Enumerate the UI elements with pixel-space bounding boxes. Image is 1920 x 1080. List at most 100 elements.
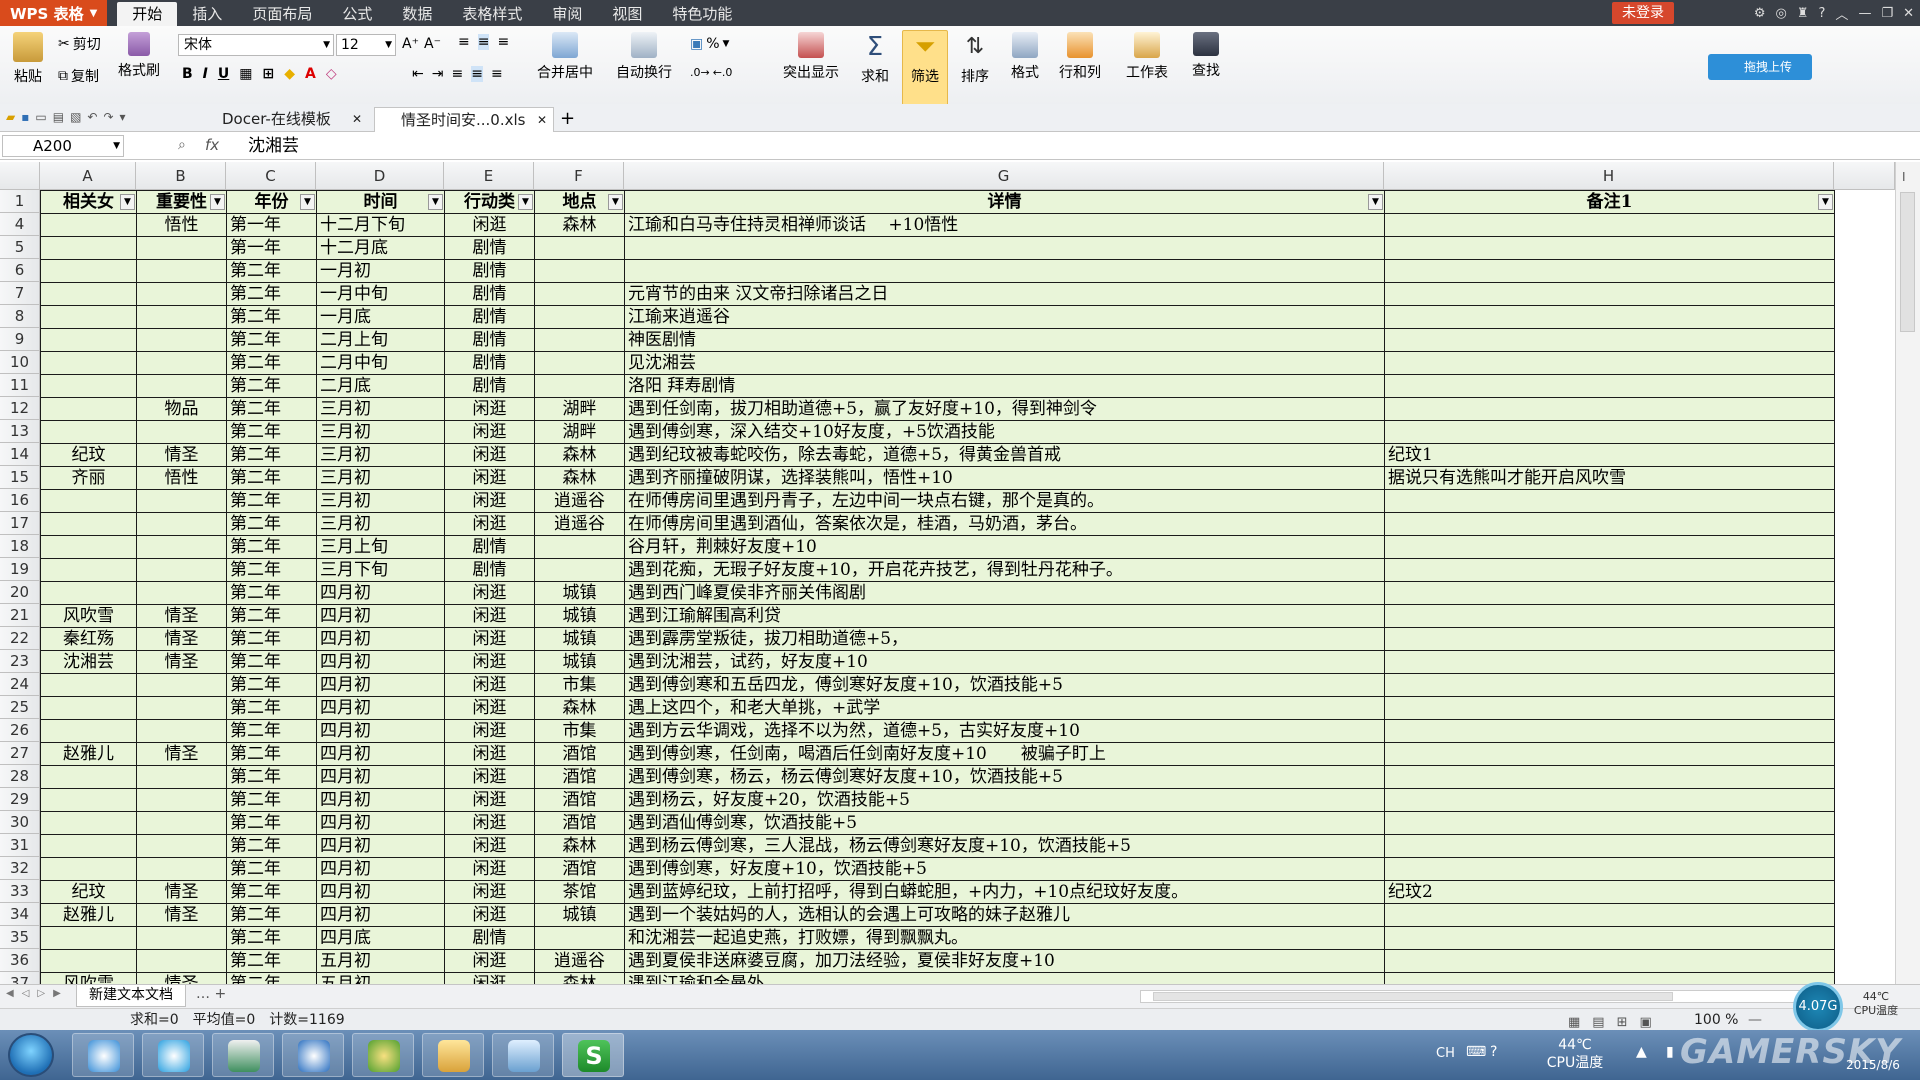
merge-border-icon[interactable]: ⊞ [263,66,275,82]
align-right-icon[interactable]: ≡ [491,66,503,82]
row-header[interactable]: 9 [0,328,40,351]
cell-c[interactable]: 第二年 [226,719,317,743]
cell-e[interactable]: 闲逛 [444,811,535,835]
cell-d[interactable]: 四月初 [316,650,445,674]
cell-d[interactable]: 十二月底 [316,236,445,260]
restore-icon[interactable]: ❐ [1881,6,1893,21]
cell-e[interactable]: 闲逛 [444,443,535,467]
bold-icon[interactable]: B [182,66,193,82]
cell-g[interactable]: 江瑜来逍遥谷 [624,305,1385,329]
row-header[interactable]: 11 [0,374,40,397]
wrap-text-button[interactable]: 自动换行 [608,26,680,82]
cell-h[interactable] [1384,282,1835,306]
column-header-a[interactable]: A [40,162,136,190]
row-header[interactable]: 37 [0,972,40,984]
doc-tab-active[interactable]: 情圣时间安...0.xls ✕ [374,107,554,132]
menu-tab-5[interactable]: 表格样式 [447,2,537,26]
cell-f[interactable]: 酒馆 [534,765,625,789]
cell-d[interactable]: 五月初 [316,972,445,984]
font-size-select[interactable]: 12 ▼ [336,34,396,56]
cell-b[interactable] [136,949,227,973]
cell-g[interactable]: 遇到任剑南，拔刀相助道德+5，赢了友好度+10，得到神剑令 [624,397,1385,421]
cut-button[interactable]: ✂ 剪切 [58,34,101,54]
cell-e[interactable]: 闲逛 [444,512,535,536]
login-button[interactable]: 未登录 [1612,2,1674,24]
align-center-icon[interactable]: ≡ [471,66,483,82]
cell-b[interactable] [136,420,227,444]
sum-button[interactable]: Σ 求和 [852,26,898,86]
cell-g[interactable]: 遇到蓝婷纪玟，上前打招呼，得到白蟒蛇胆，+内力，+10点纪玟好友度。 [624,880,1385,904]
cell-g[interactable] [624,259,1385,283]
row-header[interactable]: 29 [0,788,40,811]
cell-a[interactable]: 秦红殇 [40,627,137,651]
cell-d[interactable]: 四月初 [316,903,445,927]
cell-g[interactable]: 遇到纪玟被毒蛇咬伤，除去毒蛇，道德+5，得黄金兽首戒 [624,443,1385,467]
cell-g[interactable]: 元宵节的由来 汉文帝扫除诸吕之日 [624,282,1385,306]
cell-c[interactable]: 第二年 [226,972,317,984]
last-sheet-icon[interactable]: ▶ [53,988,61,999]
cell-d[interactable]: 三月初 [316,466,445,490]
cell-h[interactable] [1384,374,1835,398]
column-header-b[interactable]: B [136,162,226,190]
taskbar-app-1[interactable] [72,1033,134,1077]
keyboard-icon[interactable]: ⌨ [1466,1044,1486,1060]
row-header[interactable]: 8 [0,305,40,328]
cell-h[interactable] [1384,351,1835,375]
cell-g[interactable]: 遇到一个装姑妈的人，选相认的会遇上可攻略的妹子赵雅儿 [624,903,1385,927]
cell-b[interactable] [136,581,227,605]
cell-c[interactable]: 第二年 [226,397,317,421]
cell-h[interactable] [1384,512,1835,536]
cell-b[interactable] [136,719,227,743]
filter-dropdown-icon[interactable]: ▼ [1368,194,1383,210]
fx-button[interactable]: fx [205,136,219,154]
cell-g[interactable]: 遇到齐丽撞破阴谋，选择装熊叫，悟性+10 [624,466,1385,490]
cell-c[interactable]: 第二年 [226,673,317,697]
align-middle-icon[interactable]: ≡ [477,34,490,50]
cell-a[interactable] [40,420,137,444]
cell-e[interactable]: 闲逛 [444,880,535,904]
header-cell[interactable]: 重要性 ▼ [136,190,227,214]
cell-h[interactable] [1384,765,1835,789]
row-header[interactable]: 19 [0,558,40,581]
cell-b[interactable] [136,765,227,789]
cell-f[interactable]: 逍遥谷 [534,489,625,513]
cell-g[interactable]: 谷月轩，荆棘好友度+10 [624,535,1385,559]
font-family-select[interactable]: 宋体 ▼ [178,34,334,56]
row-header[interactable]: 30 [0,811,40,834]
format-button[interactable]: 格式 [1002,26,1048,82]
cell-g[interactable]: 江瑜和白马寺住持灵相禅师谈话 +10悟性 [624,213,1385,237]
cell-h[interactable] [1384,788,1835,812]
cpu-monitor-widget[interactable]: 4.07G [1793,982,1843,1032]
app-menu-button[interactable]: WPS 表格 ▼ [0,0,108,26]
cell-a[interactable] [40,834,137,858]
row-header[interactable]: 32 [0,857,40,880]
cell-b[interactable] [136,374,227,398]
cell-b[interactable]: 情圣 [136,903,227,927]
row-header[interactable]: 10 [0,351,40,374]
cell-g[interactable]: 遇到西门峰夏侯非齐丽关伟阁剧 [624,581,1385,605]
cell-f[interactable]: 森林 [534,972,625,984]
cell-b[interactable] [136,926,227,950]
row-header[interactable]: 27 [0,742,40,765]
prev-sheet-icon[interactable]: ◁ [22,988,30,999]
cell-b[interactable] [136,696,227,720]
cell-e[interactable]: 剧情 [444,535,535,559]
cell-c[interactable]: 第二年 [226,926,317,950]
row-header[interactable]: 20 [0,581,40,604]
cell-f[interactable] [534,328,625,352]
cell-d[interactable]: 四月初 [316,719,445,743]
filter-dropdown-icon[interactable]: ▼ [608,194,623,210]
cell-a[interactable] [40,236,137,260]
cell-a[interactable] [40,397,137,421]
cell-h[interactable] [1384,489,1835,513]
print-preview-icon[interactable]: ▭ [35,110,46,124]
sheet-tab[interactable]: 新建文本文档 [76,985,186,1007]
cell-f[interactable]: 逍遥谷 [534,512,625,536]
font-color-icon[interactable]: A [305,66,316,82]
cell-g[interactable]: 遇上这四个，和老大单挑，+武学 [624,696,1385,720]
cell-g[interactable]: 神医剧情 [624,328,1385,352]
row-header[interactable]: 21 [0,604,40,627]
decrease-decimal-icon[interactable]: ←.0 [713,66,733,79]
cell-g[interactable]: 遇到杨云，好友度+20，饮酒技能+5 [624,788,1385,812]
cell-a[interactable]: 沈湘芸 [40,650,137,674]
